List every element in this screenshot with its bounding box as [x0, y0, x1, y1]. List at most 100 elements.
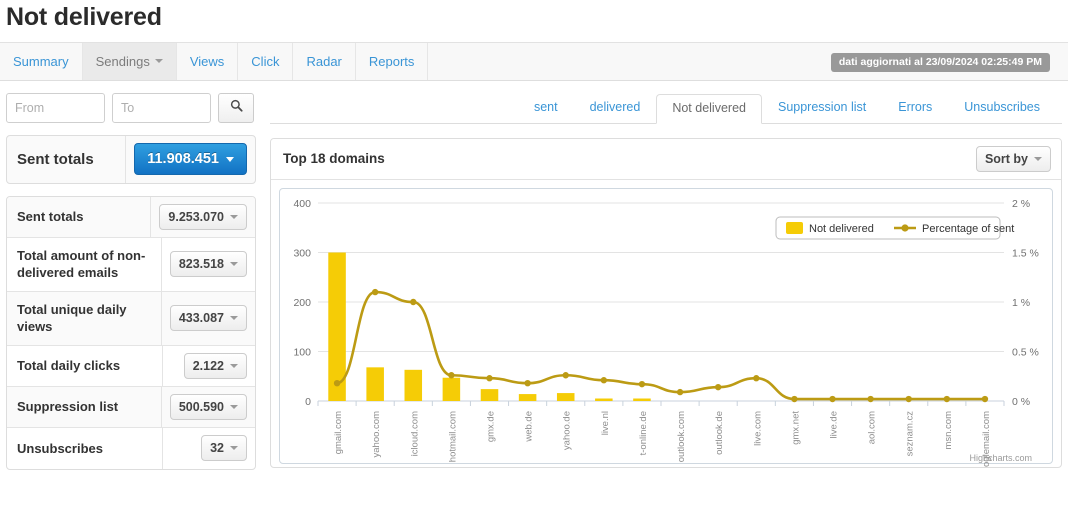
subtab-sent[interactable]: sent: [518, 93, 574, 123]
stat-row: Total amount of non-delivered emails 823.…: [7, 237, 255, 292]
x-axis-category-label: msn.com: [943, 411, 954, 450]
stat-value-cell: 433.087: [162, 292, 255, 345]
stat-value-cell: 9.253.070: [151, 197, 255, 237]
chart-bar[interactable]: [366, 367, 384, 401]
chart-line-point[interactable]: [371, 288, 379, 296]
chart-line-point[interactable]: [943, 395, 951, 402]
stat-label: Unsubscribes: [7, 427, 163, 469]
chart-line-point[interactable]: [714, 383, 722, 391]
x-axis-category-label: live.com: [752, 411, 763, 446]
subtab-suppression-list[interactable]: Suppression list: [762, 93, 882, 123]
nav-tab-label: Radar: [306, 53, 342, 69]
chart-line-point[interactable]: [410, 298, 417, 305]
chevron-down-icon: [230, 404, 238, 409]
nav-tab-click[interactable]: Click: [238, 42, 294, 80]
subtab-unsubscribes[interactable]: Unsubscribes: [948, 93, 1056, 123]
chart-bar[interactable]: [518, 393, 537, 401]
chart-plot-frame: 0 100 200 300 400 0 % 0.5 % 1 % 1.5 % 2 % gmail.co…: [279, 187, 1053, 467]
chart-line-point[interactable]: [753, 374, 760, 382]
chart-line-point[interactable]: [867, 395, 874, 402]
chart-line-point[interactable]: [829, 395, 836, 402]
x-axis-category-label: gmx.net: [790, 410, 801, 444]
stat-row: Total unique daily views 433.087: [7, 291, 255, 346]
from-date-input[interactable]: [6, 92, 105, 123]
highcharts-credit[interactable]: Highcharts.com: [969, 453, 1032, 463]
chevron-down-icon: [230, 446, 238, 451]
sent-totals-header: Sent totals 11.908.451: [6, 134, 256, 184]
chevron-down-icon: [154, 59, 163, 64]
chart-bar[interactable]: [442, 377, 461, 401]
chart-line-point[interactable]: [333, 379, 341, 387]
y-axis-tick-label: 0: [305, 396, 311, 408]
stat-value-button[interactable]: 823.518: [169, 251, 247, 278]
stat-label: Total unique daily views: [7, 291, 162, 345]
x-axis-category-label: gmail.com: [333, 411, 344, 454]
chart-bar[interactable]: [480, 388, 499, 401]
nav-tab-reports[interactable]: Reports: [355, 42, 429, 80]
panel-header: Top 18 domains Sort by: [271, 138, 1061, 180]
nav-tab-label: Summary: [13, 53, 69, 69]
sent-totals-value-button[interactable]: 11.908.451: [134, 143, 247, 176]
chart-line-point[interactable]: [448, 371, 455, 379]
data-updated-badge: dati aggiornati al 23/09/2024 02:25:49 P…: [830, 52, 1050, 72]
x-axis-category-label: web.de: [524, 411, 535, 443]
search-icon: [230, 99, 243, 117]
x-axis-category-label: seznam.cz: [905, 411, 916, 457]
chart-line-point[interactable]: [524, 379, 531, 387]
stat-value-button[interactable]: 433.087: [169, 305, 247, 332]
stat-value-cell: 823.518: [162, 238, 255, 291]
search-button[interactable]: [218, 92, 254, 123]
chart-line-point[interactable]: [600, 376, 608, 384]
sort-by-button[interactable]: Sort by: [975, 145, 1051, 172]
nav-tab-radar[interactable]: Radar: [293, 42, 356, 80]
legend-swatch-not-delivered: [786, 221, 803, 234]
nav-tab-label: Sendings: [95, 53, 150, 69]
chart-bar[interactable]: [556, 392, 575, 401]
y-axis-tick-label: 400: [293, 198, 311, 210]
stat-row: Suppression list 500.590: [7, 386, 255, 428]
x-axis-category-label: hotmail.com: [447, 411, 458, 462]
chart-line-point[interactable]: [638, 380, 646, 388]
stat-value-button[interactable]: 2.122: [183, 352, 247, 379]
nav-tab-sendings[interactable]: Sendings: [82, 42, 177, 80]
stat-value-button[interactable]: 500.590: [169, 393, 247, 420]
legend-label-not-delivered[interactable]: Not delivered: [809, 223, 874, 235]
chart-bar[interactable]: [633, 398, 651, 401]
y2-axis-tick-label: 1.5 %: [1012, 247, 1039, 259]
x-axis-category-label: live.de: [829, 411, 840, 438]
stat-value: 823.518: [178, 257, 224, 272]
chart-line-point[interactable]: [562, 371, 569, 379]
nav-tab-summary[interactable]: Summary: [0, 42, 83, 80]
legend-marker-percentage-of-sent: [901, 224, 909, 232]
subtab-errors[interactable]: Errors: [882, 93, 948, 123]
date-filter: [6, 92, 256, 123]
chart-line-point[interactable]: [981, 395, 989, 402]
stat-value: 9.253.070: [168, 209, 224, 224]
chart-line-point[interactable]: [676, 388, 684, 396]
to-date-input[interactable]: [112, 92, 211, 123]
nav-tab-label: Views: [189, 53, 225, 69]
stat-value-button[interactable]: 32: [201, 435, 247, 462]
nav-tab-views[interactable]: Views: [176, 42, 239, 80]
sort-by-label: Sort by: [984, 151, 1028, 166]
subtab-delivered[interactable]: delivered: [574, 93, 657, 123]
sent-totals-header-label: Sent totals: [7, 135, 127, 183]
chevron-down-icon: [230, 363, 238, 368]
x-axis-category-label: gmx.de: [486, 411, 497, 442]
chart-line-point[interactable]: [486, 374, 493, 382]
x-axis-category-label: outlook.com: [676, 411, 687, 462]
stat-row: Unsubscribes 32: [7, 427, 255, 469]
stat-value-cell: 500.590: [162, 387, 255, 427]
chart-bar[interactable]: [595, 398, 613, 401]
stat-value-button[interactable]: 9.253.070: [159, 203, 247, 230]
y2-axis-tick-label: 2 %: [1012, 198, 1030, 210]
chart-line-point[interactable]: [905, 395, 912, 402]
chart-line-point[interactable]: [791, 395, 798, 402]
legend-label-percentage-of-sent[interactable]: Percentage of sent: [922, 223, 1014, 235]
chart-bar[interactable]: [404, 369, 423, 401]
subtab-not-delivered[interactable]: Not delivered: [656, 94, 762, 124]
y2-axis-tick-label: 0 %: [1012, 396, 1030, 408]
chevron-down-icon: [226, 156, 234, 162]
x-axis-category-label: yahoo.de: [562, 411, 573, 450]
x-axis-category-label: live.nl: [600, 411, 611, 435]
